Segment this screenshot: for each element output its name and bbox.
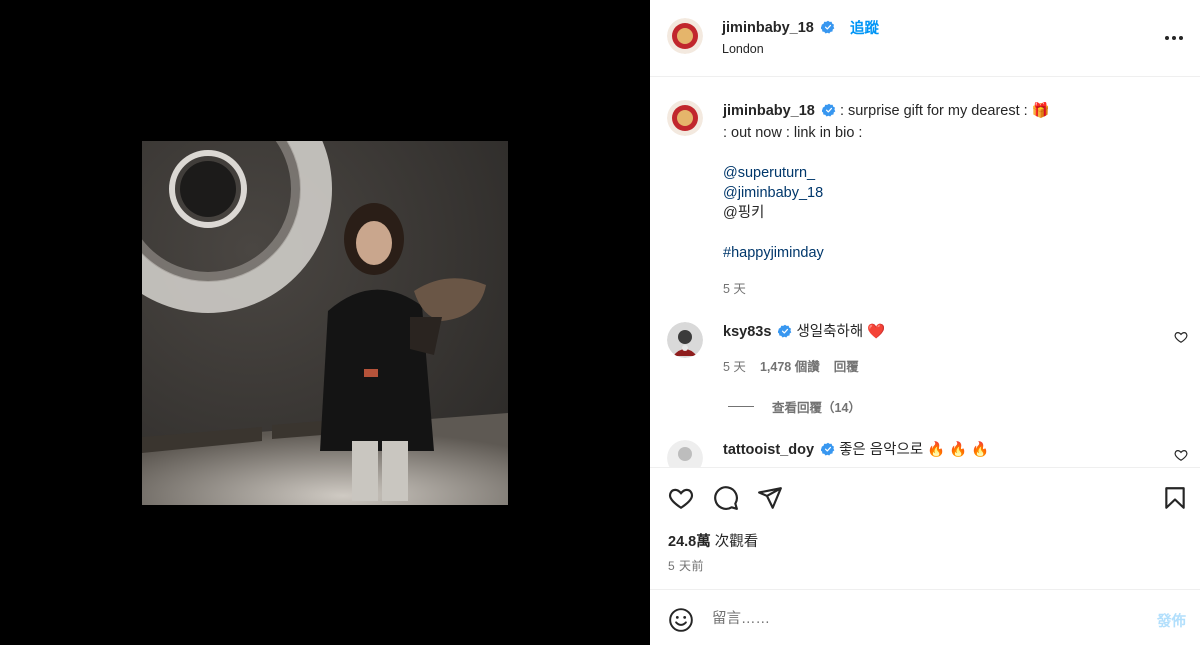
replies-divider [728,406,754,407]
comment-like-heart-icon[interactable] [1174,330,1188,344]
more-icon[interactable] [1164,26,1184,50]
verified-badge-icon [820,442,835,462]
avatar-image [667,18,703,54]
caption-username[interactable]: jiminbaby_18 [723,103,815,119]
comment-body: ksy83s 생일축하해 ❤️ [723,322,885,344]
comment-text: 생일축하해 [796,324,864,340]
follow-button[interactable]: 追蹤 [850,17,879,38]
avatar[interactable] [667,18,703,54]
video-still-image [142,141,508,505]
views-count[interactable]: 24.8萬 次觀看 [668,530,758,551]
post-caption: jiminbaby_18 : surprise gift for my dear… [723,101,1163,263]
avatar[interactable] [667,322,703,358]
comment-username[interactable]: ksy83s [723,324,771,340]
mention-link[interactable]: @superuturn_ [723,163,1163,183]
comments-area[interactable]: jiminbaby_18 : surprise gift for my dear… [650,77,1200,467]
avatar[interactable] [667,440,703,467]
media-pane [0,0,650,645]
post-video[interactable] [142,141,508,505]
views-label: 次觀看 [714,534,759,550]
post-panel: jiminbaby_18 追蹤 London jiminbaby_18: su… [650,0,1200,645]
post-comment-button[interactable]: 發佈 [1157,610,1186,631]
username[interactable]: jiminbaby_18 [722,20,814,36]
emoji-icon[interactable] [668,607,694,633]
reply-button[interactable]: 回覆 [834,356,859,375]
heart-icon[interactable] [668,485,694,511]
verified-badge-icon [777,324,792,344]
comment-username[interactable]: tattooist_doy [723,442,814,458]
comment-composer: 發佈 [650,589,1200,645]
comment-timestamp[interactable]: 5 天 [723,356,746,375]
heart-emoji: ❤️ [867,324,886,340]
hashtag-link[interactable]: #happyjiminday [723,243,1163,263]
view-replies-label: 查看回覆（14） [772,401,861,415]
comment-input[interactable] [712,606,1132,632]
view-replies-button[interactable]: 查看回覆（14） [728,397,861,416]
avatar[interactable] [667,100,703,136]
avatar-image [667,322,703,358]
location-label[interactable]: London [722,42,764,56]
comment-meta: 5 天 1,478 個讚 回覆 [723,356,859,375]
bookmark-icon[interactable] [1162,485,1188,511]
verified-badge-icon [821,103,836,123]
comment-likes[interactable]: 1,478 個讚 [760,356,820,375]
comment-body: tattooist_doy 좋은 음악으로 🔥 🔥 🔥 [723,440,989,462]
caption-timestamp[interactable]: 5 天 [723,278,746,297]
share-icon[interactable] [757,485,783,511]
actions-bar: 24.8萬 次觀看 5 天前 [650,467,1200,589]
comment-icon[interactable] [713,485,739,511]
verified-badge-icon [820,20,835,39]
views-number: 24.8萬 [668,534,711,550]
comment-text: 좋은 음악으로 [839,442,924,458]
post-header: jiminbaby_18 追蹤 London [650,0,1200,77]
post-timestamp[interactable]: 5 天前 [668,557,704,574]
avatar-image [667,100,703,136]
post-author[interactable]: jiminbaby_18 [722,19,835,39]
caption-text: : out now : link in bio : [723,125,863,141]
mention-link[interactable]: @jiminbaby_18 [723,183,1163,203]
fire-emoji: 🔥 🔥 🔥 [927,442,990,458]
avatar-image [667,440,703,467]
mention-text[interactable]: @핑키 [723,203,1163,223]
caption-text: : surprise gift for my dearest : 🎁 [839,103,1050,119]
comment-like-heart-icon[interactable] [1174,448,1188,462]
